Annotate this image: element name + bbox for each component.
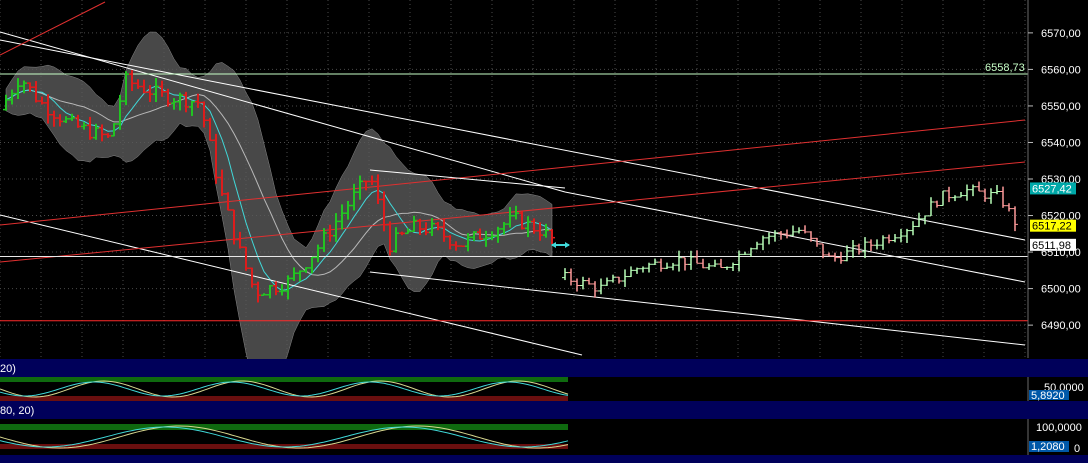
tick-label: 6500,00 [1041,284,1081,296]
indicator-2-level-high: 100,0000 [1036,422,1082,434]
tick-label: 6560,00 [1041,64,1081,76]
price-chart: 6558,73 6570,006560,006550,006540,006530… [0,0,1088,463]
indicator-2-level-low: 0 [1074,443,1080,455]
price-marker-label: 6527,42 [1032,183,1072,195]
tick-label: 6550,00 [1041,101,1081,113]
indicator-2-value: 1,2080 [1031,441,1065,453]
tick-label: 6570,00 [1041,28,1081,40]
level-label: 6558,73 [985,62,1025,74]
price-marker-label: 6511,98 [1032,240,1071,252]
tick-label: 6490,00 [1041,320,1081,332]
indicator-2-label: 80, 20) [0,405,34,417]
price-marker-label: 6517,22 [1032,221,1072,233]
indicator-1-value: 5,8920 [1031,390,1065,402]
tick-label: 6540,00 [1041,137,1081,149]
indicator-1-label: 20) [0,363,16,375]
